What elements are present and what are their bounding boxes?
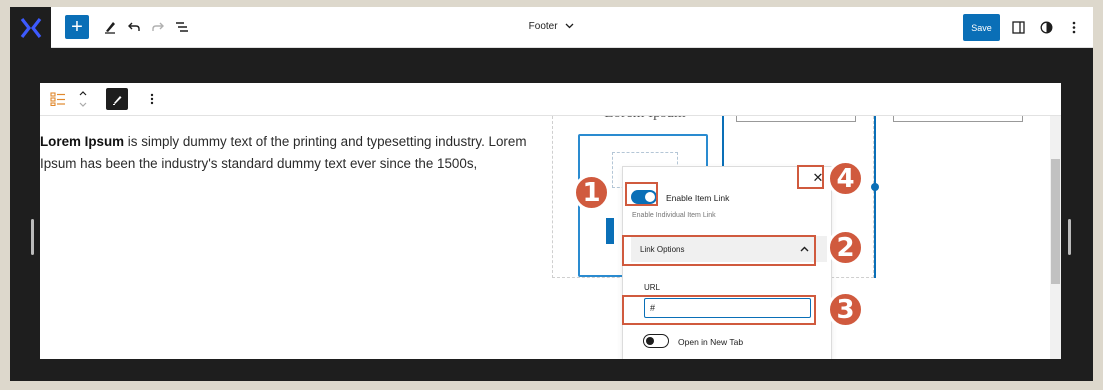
list-view-button[interactable] [170,15,194,39]
editor-frame: + Footer Save Lorem Ipsum is simply dumm… [10,7,1093,381]
chevron-down-icon[interactable] [565,21,574,31]
open-new-tab-label: Open in New Tab [678,337,744,347]
redo-button[interactable] [146,15,170,39]
annotation-badge-2: 2 [827,229,864,266]
more-vertical-icon [150,93,154,105]
save-button[interactable]: Save [963,14,1000,41]
paragraph-bold: Lorem Ipsum [40,134,125,149]
plus-icon: + [71,16,83,38]
settings-sidebar-button[interactable] [1006,15,1030,39]
paragraph-text[interactable]: Lorem Ipsum is simply dummy text of the … [40,131,540,175]
column-box-edge [893,116,1023,122]
styles-button[interactable] [1034,15,1058,39]
annotation-badge-3: 3 [827,291,864,328]
open-new-tab-toggle[interactable] [643,334,669,348]
redo-icon [152,22,164,31]
tools-button[interactable] [98,15,122,39]
highlight-toggle [625,182,658,206]
enable-item-link-label: Enable Item Link [666,193,730,203]
more-vertical-icon [1072,21,1076,33]
edit-button[interactable] [106,88,128,110]
enable-item-link-help: Enable Individual Item Link [632,212,716,219]
pen-icon [105,22,115,34]
add-block-button[interactable]: + [65,15,89,39]
highlight-url [622,295,816,325]
highlight-link-options [622,235,816,266]
canvas-scrollbar-thumb[interactable] [1051,159,1060,284]
undo-button[interactable] [122,15,146,39]
list-block-icon [50,92,65,106]
column-divider [874,116,876,278]
move-up-down-icon [79,91,87,107]
right-resize-handle[interactable] [1068,219,1071,255]
resize-dot[interactable] [871,183,879,191]
logo-icon[interactable] [10,7,51,48]
highlight-close [797,165,824,189]
url-label: URL [644,283,661,292]
top-toolbar: + Footer Save [10,7,1093,48]
annotation-badge-1: 1 [573,174,610,211]
contrast-icon [1040,21,1052,33]
sidebar-icon [1011,20,1025,34]
undo-icon [128,22,140,31]
annotation-badge-4: 4 [827,160,864,197]
column-box-edge [736,116,856,122]
options-button[interactable] [1062,15,1086,39]
block-toolbar [40,83,1061,116]
document-title[interactable]: Footer [529,21,558,32]
edit-icon [112,95,121,105]
list-view-icon [176,22,188,32]
left-resize-handle[interactable] [31,219,34,255]
move-block-button[interactable] [76,88,90,110]
block-type-button[interactable] [48,88,68,110]
card-accent [606,218,614,244]
editor-canvas: Lorem Ipsum is simply dummy text of the … [40,83,1061,359]
block-options-button[interactable] [146,88,158,110]
